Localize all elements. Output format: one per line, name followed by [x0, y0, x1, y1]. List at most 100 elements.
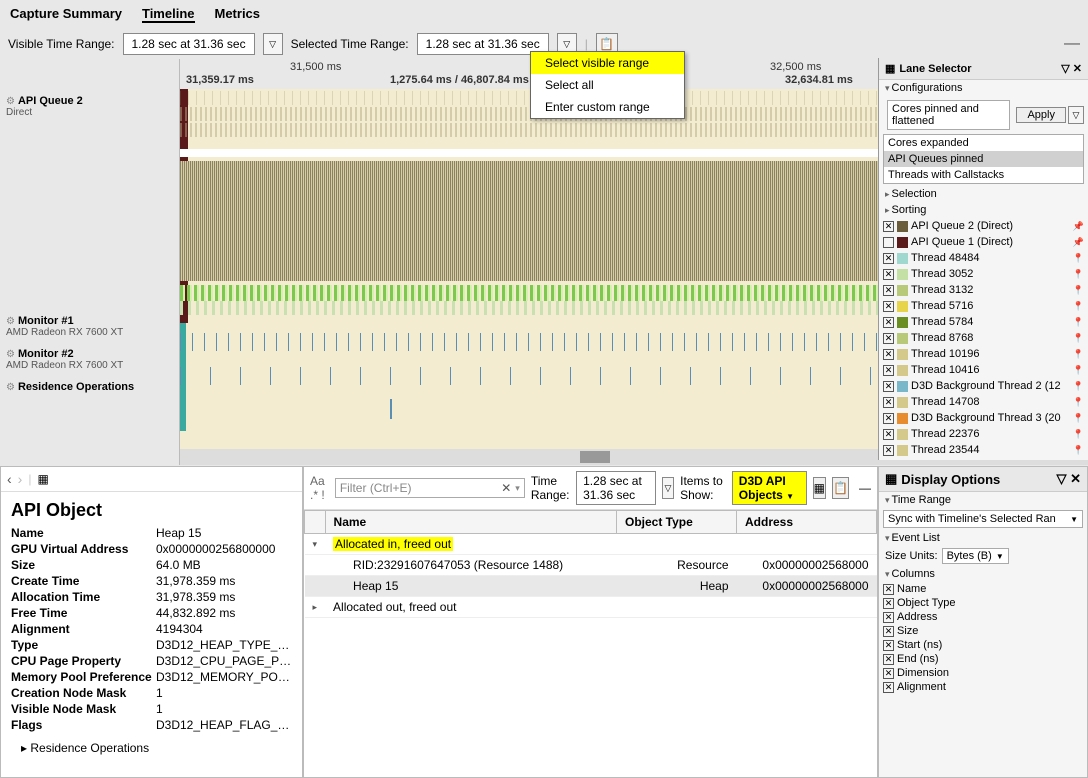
time-range-field[interactable]: 1.28 sec at 31.36 sec	[576, 471, 656, 505]
col-name[interactable]: Name	[325, 511, 616, 534]
column-toggle[interactable]: ✕Object Type	[879, 596, 1087, 610]
panel-title: Display Options	[901, 472, 1000, 487]
cfg-item[interactable]: Cores pinned and flattened	[888, 101, 1009, 129]
objects-table: Name Object Type Address ▾Allocated in, …	[304, 510, 877, 618]
lane-item[interactable]: ✕API Queue 2 (Direct)📌	[879, 218, 1088, 234]
lane-item[interactable]: ✕Thread 3052📍	[879, 266, 1088, 282]
detail-row: TypeD3D12_HEAP_TYPE_DEFA	[11, 637, 292, 653]
lane-item[interactable]: ✕Thread 8768📍	[879, 330, 1088, 346]
selected-range-label: Selected Time Range:	[291, 37, 409, 51]
lane-monitor-1[interactable]: ⚙Monitor #1 AMD Radeon RX 7600 XT	[0, 309, 179, 342]
detail-row: Visible Node Mask1	[11, 701, 292, 717]
lane-subtitle: AMD Radeon RX 7600 XT	[6, 327, 173, 338]
lane-item[interactable]: ✕Thread 5784📍	[879, 314, 1088, 330]
tab-timeline[interactable]: Timeline	[142, 6, 195, 23]
clipboard-icon[interactable]: 📋	[832, 477, 849, 499]
time-range-dropdown[interactable]: ▽	[662, 477, 674, 499]
minimize-icon[interactable]: —	[859, 481, 871, 495]
tab-metrics[interactable]: Metrics	[215, 6, 261, 23]
detail-row: GPU Virtual Address0x0000000256800000	[11, 541, 292, 557]
apply-button[interactable]: Apply	[1016, 107, 1066, 123]
time-range-label: Time Range:	[531, 474, 570, 502]
lane-item[interactable]: ✕Thread 22376📍	[879, 426, 1088, 442]
lane-labels: ⚙API Queue 2 Direct ⚙Monitor #1 AMD Rade…	[0, 59, 180, 465]
column-toggle[interactable]: ✕Name	[879, 582, 1087, 596]
lane-api-queue-2[interactable]: ⚙API Queue 2 Direct	[0, 89, 179, 149]
size-units-label: Size Units:	[885, 550, 938, 562]
grid-icon: ▦	[885, 471, 897, 487]
panel-title: Lane Selector	[899, 63, 971, 75]
column-toggle[interactable]: ✕Address	[879, 610, 1087, 624]
lane-item[interactable]: ✕Thread 23676📍	[879, 458, 1088, 460]
table-row[interactable]: ▸Allocated out, freed out	[305, 597, 877, 618]
selected-range-field[interactable]: 1.28 sec at 31.36 sec	[417, 33, 549, 55]
lane-item[interactable]: ✕Thread 10196📍	[879, 346, 1088, 362]
lane-monitor-2[interactable]: ⚙Monitor #2 AMD Radeon RX 7600 XT	[0, 342, 179, 375]
time-range-sync-select[interactable]: Sync with Timeline's Selected Ran▼	[883, 510, 1083, 528]
ruler-tick: 32,500 ms	[770, 61, 821, 73]
table-row[interactable]: Heap 15Heap0x00000002568000	[305, 576, 877, 597]
lane-item[interactable]: ✕D3D Background Thread 3 (20📍	[879, 410, 1088, 426]
range-dropdown-menu: Select visible range Select all Enter cu…	[530, 51, 685, 119]
detail-grid-icon[interactable]: ▦	[37, 472, 48, 486]
lane-subtitle: Direct	[6, 107, 173, 118]
apply-dropdown[interactable]: ▽	[1068, 106, 1084, 124]
detail-row: Allocation Time31,978.359 ms	[11, 589, 292, 605]
nav-fwd[interactable]: ›	[18, 471, 23, 487]
items-show-select[interactable]: D3D API Objects ▼	[732, 471, 807, 505]
section-columns[interactable]: Columns	[892, 568, 935, 580]
filter-input[interactable]: Filter (Ctrl+E)✕▾	[335, 478, 525, 498]
visible-range-dropdown[interactable]: ▽	[263, 33, 283, 55]
section-selection[interactable]: Selection	[892, 188, 937, 200]
section-time-range[interactable]: Time Range	[892, 494, 952, 506]
lane-item[interactable]: ✕D3D Background Thread 2 (12📍	[879, 378, 1088, 394]
table-row[interactable]: RID:23291607647053 (Resource 1488)Resour…	[305, 555, 877, 576]
lane-item[interactable]: ✕Thread 48484📍	[879, 250, 1088, 266]
ruler-label: 31,359.17 ms	[186, 74, 254, 86]
size-units-select[interactable]: Bytes (B) ▼	[942, 548, 1009, 564]
lane-item[interactable]: API Queue 1 (Direct)📌	[879, 234, 1088, 250]
column-toggle[interactable]: ✕Dimension	[879, 666, 1087, 680]
filter-mode[interactable]: Aa .* !	[310, 474, 329, 502]
column-toggle[interactable]: ✕End (ns)	[879, 652, 1087, 666]
column-toggle[interactable]: ✕Alignment	[879, 680, 1087, 694]
gear-icon[interactable]: ⚙	[6, 96, 15, 107]
detail-expand-residence[interactable]: ▸ Residence Operations	[1, 739, 302, 757]
lane-residence[interactable]: ⚙Residence Operations	[0, 375, 179, 397]
lane-item[interactable]: ✕Thread 3132📍	[879, 282, 1088, 298]
detail-row: CPU Page PropertyD3D12_CPU_PAGE_PROP	[11, 653, 292, 669]
gear-icon[interactable]: ⚙	[6, 349, 15, 360]
lane-item[interactable]: ✕Thread 23544📍	[879, 442, 1088, 458]
gear-icon[interactable]: ⚙	[6, 382, 15, 393]
visible-range-field[interactable]: 1.28 sec at 31.36 sec	[123, 33, 255, 55]
column-toggle[interactable]: ✕Start (ns)	[879, 638, 1087, 652]
menu-custom-range[interactable]: Enter custom range	[531, 96, 684, 118]
tab-capture[interactable]: Capture Summary	[10, 6, 122, 23]
top-tabs: Capture Summary Timeline Metrics	[0, 0, 1088, 29]
detail-grid: NameHeap 15GPU Virtual Address0x00000002…	[1, 525, 302, 739]
nav-back[interactable]: ‹	[7, 471, 12, 487]
menu-select-visible[interactable]: Select visible range	[531, 52, 684, 74]
ruler-tick: 31,500 ms	[290, 61, 341, 73]
col-type[interactable]: Object Type	[617, 511, 737, 534]
cfg-item[interactable]: Cores expanded	[884, 135, 1083, 151]
table-row[interactable]: ▾Allocated in, freed out	[305, 534, 877, 555]
section-configurations[interactable]: Configurations	[892, 82, 963, 94]
detail-panel: ‹ › | ▦ API Object NameHeap 15GPU Virtua…	[0, 466, 303, 778]
cfg-item[interactable]: Threads with Callstacks	[884, 167, 1083, 183]
minimize-icon[interactable]: —	[1064, 35, 1080, 53]
lane-item[interactable]: ✕Thread 14708📍	[879, 394, 1088, 410]
lane-item[interactable]: ✕Thread 10416📍	[879, 362, 1088, 378]
lane-selector-panel: ▦Lane Selector ▽ ✕ ▾Configurations Cores…	[878, 58, 1088, 460]
lane-item[interactable]: ✕Thread 5716📍	[879, 298, 1088, 314]
column-toggle[interactable]: ✕Size	[879, 624, 1087, 638]
cfg-item[interactable]: API Queues pinned	[884, 151, 1083, 167]
detail-row: NameHeap 15	[11, 525, 292, 541]
detail-row: Size64.0 MB	[11, 557, 292, 573]
col-address[interactable]: Address	[737, 511, 877, 534]
menu-select-all[interactable]: Select all	[531, 74, 684, 96]
tbl-icon[interactable]: ▦	[813, 477, 827, 499]
gear-icon[interactable]: ⚙	[6, 316, 15, 327]
section-event-list[interactable]: Event List	[892, 532, 940, 544]
section-sorting[interactable]: Sorting	[892, 204, 927, 216]
